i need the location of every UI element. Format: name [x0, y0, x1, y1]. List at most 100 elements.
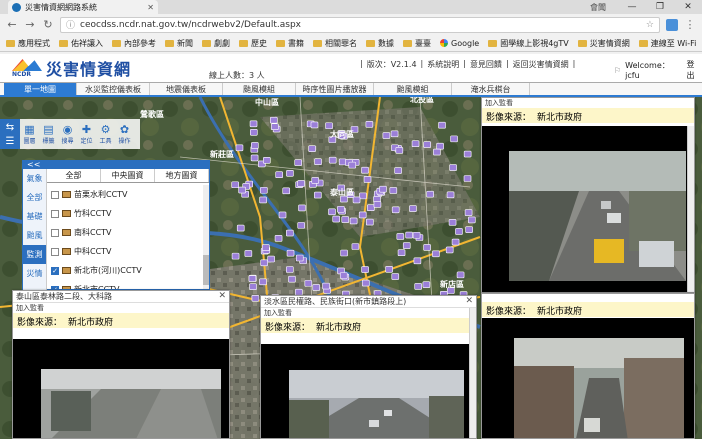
menu-tab-2[interactable]: 地震儀表板 — [150, 83, 223, 95]
cctv-marker-icon[interactable] — [328, 208, 336, 216]
cctv-marker-icon[interactable] — [422, 281, 431, 288]
address-bar[interactable]: ⓘ ceocdss.ncdr.nat.gov.tw/ncdrwebv2/Defa… — [60, 16, 660, 33]
cctv-marker-icon[interactable] — [426, 190, 434, 198]
tab-close-icon[interactable]: ✕ — [147, 3, 154, 12]
cctv-marker-icon[interactable] — [328, 156, 337, 164]
bookmark-item[interactable]: 歷史 — [239, 38, 267, 49]
cctv-marker-icon[interactable] — [250, 154, 259, 162]
toolbar-operate-button[interactable]: ✿ 操作 — [115, 119, 134, 149]
menu-tab-5[interactable]: 颱風模組 — [374, 83, 452, 95]
reload-icon[interactable]: ↻ — [42, 18, 54, 31]
cctv-marker-icon[interactable] — [332, 215, 341, 223]
browser-tab[interactable]: 災害情資網網路系統 ✕ — [8, 0, 158, 14]
menu-dots-icon[interactable]: ⋮ — [684, 18, 696, 31]
cctv-marker-icon[interactable] — [389, 187, 398, 194]
cctv-marker-icon[interactable] — [402, 242, 411, 249]
cctv-marker-icon[interactable] — [351, 243, 360, 250]
cctv-marker-icon[interactable] — [455, 228, 463, 235]
popup-close-icon[interactable]: ✕ — [465, 296, 473, 306]
app-logo[interactable]: NCDR 災害情資網 — [0, 56, 170, 80]
cctv-marker-icon[interactable] — [249, 120, 258, 128]
layer-row[interactable]: ✓ 新北市(河川)CCTV — [51, 261, 201, 280]
cctv-marker-icon[interactable] — [411, 140, 420, 148]
cctv-marker-icon[interactable] — [314, 191, 322, 199]
cctv-marker-icon[interactable] — [433, 148, 441, 156]
menu-tab-3[interactable]: 颱風模組 — [223, 83, 296, 95]
toolbar-search-button[interactable]: ◉ 搜尋 — [58, 119, 77, 149]
cctv-marker-icon[interactable] — [282, 187, 291, 195]
menu-tab-4[interactable]: 時序性圖片播放器 — [296, 83, 374, 95]
cctv-marker-icon[interactable] — [263, 156, 271, 164]
cctv-marker-icon[interactable] — [409, 205, 417, 212]
cctv-marker-icon[interactable] — [456, 271, 465, 279]
cctv-marker-icon[interactable] — [359, 192, 367, 200]
cctv-marker-icon[interactable] — [235, 144, 244, 152]
cctv-marker-icon[interactable] — [365, 121, 374, 128]
cctv-marker-icon[interactable] — [361, 166, 369, 174]
cctv-marker-icon[interactable] — [308, 145, 316, 152]
back-icon[interactable]: ← — [6, 18, 18, 31]
cctv-marker-icon[interactable] — [341, 216, 350, 223]
bookmark-item[interactable]: 相關罪名 — [313, 38, 357, 49]
cctv-marker-icon[interactable] — [451, 238, 460, 246]
cctv-marker-icon[interactable] — [286, 229, 294, 237]
cctv-marker-icon[interactable] — [361, 266, 369, 273]
cctv-video[interactable] — [261, 344, 476, 438]
bookmark-item[interactable]: 國學線上影視4gTV — [488, 38, 569, 49]
cctv-marker-icon[interactable] — [363, 176, 372, 183]
layer-panel-collapse[interactable]: << — [23, 161, 209, 169]
cctv-marker-icon[interactable] — [432, 250, 440, 258]
logout-link[interactable]: 登出 — [686, 59, 702, 81]
cctv-marker-icon[interactable] — [260, 259, 268, 267]
cctv-marker-icon[interactable] — [249, 283, 257, 291]
cctv-marker-icon[interactable] — [325, 122, 333, 130]
cctv-marker-icon[interactable] — [260, 186, 268, 194]
menu-tab-6[interactable]: 淹水兵棋台 — [452, 83, 530, 95]
cctv-marker-icon[interactable] — [297, 222, 306, 229]
forward-icon[interactable]: → — [24, 18, 36, 31]
layer-list-scrollbar[interactable] — [203, 185, 209, 289]
cctv-marker-icon[interactable] — [450, 135, 458, 143]
toolbar-toggle[interactable]: ⇆ ☰ — [0, 119, 20, 149]
cctv-marker-icon[interactable] — [394, 167, 402, 174]
link-return[interactable]: 返回災害情資網 — [513, 59, 569, 70]
extension-icon[interactable] — [666, 18, 678, 31]
cctv-marker-icon[interactable] — [423, 244, 431, 251]
bookmark-star-icon[interactable]: ☆ — [646, 20, 654, 30]
cctv-marker-icon[interactable] — [259, 196, 267, 204]
cctv-marker-icon[interactable] — [274, 235, 283, 242]
cctv-marker-icon[interactable] — [379, 185, 387, 193]
bookmark-item[interactable]: 災害情資網 — [577, 38, 630, 49]
cctv-video[interactable] — [13, 339, 229, 438]
cctv-marker-icon[interactable] — [397, 249, 406, 257]
cctv-marker-icon[interactable] — [248, 275, 257, 282]
layer-checkbox[interactable]: ✓ — [51, 285, 59, 289]
cctv-marker-icon[interactable] — [286, 266, 294, 273]
cctv-marker-icon[interactable] — [382, 132, 391, 139]
bookmark-item[interactable]: 書籍 — [276, 38, 304, 49]
layer-row[interactable]: 中科CCTV — [51, 242, 201, 261]
cctv-marker-icon[interactable] — [339, 272, 348, 279]
cctv-marker-icon[interactable] — [448, 219, 457, 226]
cctv-marker-icon[interactable] — [385, 266, 393, 273]
cctv-marker-icon[interactable] — [464, 209, 473, 216]
cctv-marker-icon[interactable] — [250, 129, 258, 136]
cctv-marker-icon[interactable] — [423, 141, 431, 148]
layer-checkbox[interactable]: ✓ — [51, 266, 59, 275]
cctv-marker-icon[interactable] — [311, 177, 320, 184]
bookmark-item[interactable]: 連線至 Wi-Fi — [638, 38, 696, 49]
layer-category-2[interactable]: 基礎 — [23, 207, 46, 226]
bookmark-item[interactable]: 佑祥讓入 — [59, 38, 103, 49]
cctv-marker-icon[interactable] — [286, 249, 295, 257]
cctv-marker-icon[interactable] — [314, 158, 322, 166]
cctv-marker-icon[interactable] — [275, 171, 283, 179]
cctv-marker-icon[interactable] — [236, 224, 245, 232]
cctv-marker-icon[interactable] — [349, 217, 358, 225]
cctv-marker-icon[interactable] — [436, 142, 444, 150]
popup-close-icon[interactable]: ✕ — [218, 291, 226, 301]
cctv-marker-icon[interactable] — [312, 284, 321, 291]
layer-category-4[interactable]: 監測 — [23, 245, 46, 264]
layer-checkbox[interactable] — [51, 209, 59, 218]
cctv-marker-icon[interactable] — [294, 159, 302, 166]
cctv-marker-icon[interactable] — [231, 181, 240, 189]
